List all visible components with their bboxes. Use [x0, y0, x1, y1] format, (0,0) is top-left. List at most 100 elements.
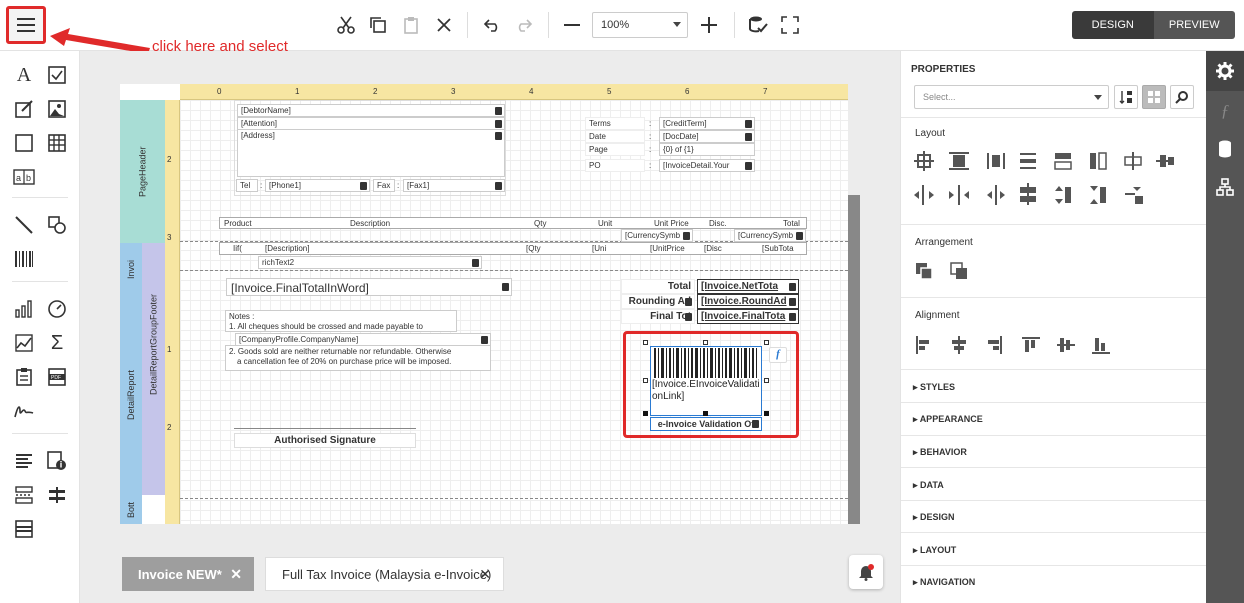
note2-field[interactable]: 2. Goods sold are neither returnable nor…	[225, 345, 491, 371]
signature-tool[interactable]	[12, 399, 36, 423]
detail-row[interactable]: Iif( [Description] [Qty [Uni [UnitPrice …	[219, 242, 807, 255]
rich-text-field[interactable]: richText2	[258, 256, 482, 269]
subreport-tool[interactable]	[12, 449, 36, 473]
validate-button[interactable]	[747, 14, 769, 36]
cross-band-box-tool[interactable]	[12, 517, 36, 541]
einvoice-barcode-control[interactable]: [Invoice.EInvoiceValidationLink]	[650, 346, 762, 416]
shape-tool[interactable]	[45, 213, 69, 237]
gauge-tool[interactable]	[45, 297, 69, 321]
band-page-header[interactable]: PageHeader	[120, 100, 165, 243]
character-comb-tool[interactable]: ab	[12, 165, 36, 189]
einvoice-caption-field[interactable]: e-Invoice Validation Of	[650, 417, 762, 431]
hamburger-menu-button[interactable]	[6, 6, 46, 44]
accordion-appearance[interactable]: ▸ APPEARANCE	[913, 414, 983, 425]
sparkline-tool[interactable]	[12, 331, 36, 355]
doc-date-field[interactable]: [DocDate]	[659, 130, 755, 143]
net-total-field[interactable]: [Invoice.NetTota	[697, 279, 799, 294]
sort-button[interactable]	[1114, 85, 1138, 109]
tab-full-tax-invoice[interactable]: Full Tax Invoice (Malaysia e-Invoice) ✕	[265, 557, 504, 591]
paste-button[interactable]	[400, 14, 422, 36]
fullscreen-button[interactable]	[779, 14, 801, 36]
final-total-in-word-field[interactable]: [Invoice.FinalTotalInWord]	[226, 278, 512, 296]
invoice-detail-your-field[interactable]: [InvoiceDetail.Your	[659, 159, 755, 172]
search-properties-button[interactable]	[1170, 85, 1194, 109]
zoom-select[interactable]: 100%	[592, 12, 688, 38]
resize-handle[interactable]	[764, 340, 769, 345]
notes-field[interactable]: Notes :1. All cheques should be crossed …	[225, 310, 457, 332]
table-tool[interactable]	[45, 131, 69, 155]
cross-band-line-tool[interactable]	[45, 483, 69, 507]
properties-tab-button[interactable]	[1215, 61, 1235, 81]
undo-button[interactable]	[481, 14, 503, 36]
accordion-design[interactable]: ▸ DESIGN	[913, 512, 955, 523]
resize-handle[interactable]	[703, 340, 708, 345]
cut-button[interactable]	[335, 14, 357, 36]
resize-handle[interactable]	[764, 411, 769, 416]
currency-symbol-field[interactable]: [CurrencySymb	[734, 229, 806, 242]
authorised-signature-label[interactable]: Authorised Signature	[234, 433, 416, 448]
close-icon[interactable]: ✕	[230, 566, 242, 583]
date-label[interactable]: Date	[585, 130, 645, 143]
checkbox-tool[interactable]	[45, 63, 69, 87]
redo-button[interactable]	[513, 14, 535, 36]
toc-tool[interactable]	[12, 365, 36, 389]
fax1-field[interactable]: [Fax1]	[403, 179, 505, 192]
resize-handle[interactable]	[703, 411, 708, 416]
page-label[interactable]: Page	[585, 143, 645, 156]
resize-handle[interactable]	[764, 378, 769, 383]
canvas-scrollbar[interactable]	[848, 195, 860, 524]
categorize-button[interactable]	[1142, 85, 1166, 109]
accordion-styles[interactable]: ▸ STYLES	[913, 382, 955, 393]
copy-button[interactable]	[367, 14, 389, 36]
tel-label[interactable]: Tel	[236, 179, 258, 192]
component-select[interactable]: Select...	[914, 85, 1109, 109]
summary-tool[interactable]: Σ	[45, 331, 69, 355]
accordion-behavior[interactable]: ▸ BEHAVIOR	[913, 447, 967, 458]
line-tool[interactable]	[12, 213, 36, 237]
resize-handle[interactable]	[643, 378, 648, 383]
page-break-tool[interactable]	[12, 483, 36, 507]
zoom-out-button[interactable]	[561, 14, 583, 36]
terms-label[interactable]: Terms	[585, 117, 645, 130]
fax-label[interactable]: Fax	[373, 179, 395, 192]
accordion-layout[interactable]: ▸ LAYOUT	[913, 545, 956, 556]
report-info-tool[interactable]	[45, 449, 69, 473]
delete-button[interactable]	[433, 14, 455, 36]
tab-invoice-new[interactable]: Invoice NEW* ✕	[122, 557, 254, 591]
currency-symbol-field[interactable]: [CurrencySymb	[621, 229, 693, 242]
resize-handle[interactable]	[643, 411, 648, 416]
field-list-tab-button[interactable]	[1215, 139, 1235, 159]
design-mode-button[interactable]: DESIGN	[1072, 11, 1154, 39]
page-info-field[interactable]: {0} of {1}	[659, 143, 755, 156]
band-bottom[interactable]: Bott	[120, 495, 142, 524]
accordion-navigation[interactable]: ▸ NAVIGATION	[913, 577, 975, 588]
pdf-content-tool[interactable]: PDF	[45, 365, 69, 389]
label-tool[interactable]: A	[12, 63, 36, 87]
panel-tool[interactable]	[12, 131, 36, 155]
rounding-label[interactable]: Rounding Ad	[621, 294, 695, 309]
chart-tool[interactable]	[12, 297, 36, 321]
band-group-footer[interactable]: DetailReportGroupFooter	[142, 243, 165, 495]
band-detail-report[interactable]: DetailReport	[120, 295, 142, 495]
table-header-row[interactable]: Product Description Qty Unit Unit Price …	[219, 217, 807, 229]
po-label[interactable]: PO	[585, 159, 645, 172]
accordion-data[interactable]: ▸ DATA	[913, 480, 944, 491]
report-explorer-tab-button[interactable]	[1215, 177, 1235, 197]
zoom-in-button[interactable]	[698, 14, 720, 36]
expression-button[interactable]: f	[769, 347, 787, 363]
phone1-field[interactable]: [Phone1]	[265, 179, 370, 192]
barcode-tool[interactable]	[12, 247, 36, 271]
credit-term-field[interactable]: [CreditTerm]	[659, 117, 755, 130]
preview-mode-button[interactable]: PREVIEW	[1153, 11, 1235, 39]
debtor-name-field[interactable]: [DebtorName]	[237, 104, 505, 117]
close-icon[interactable]: ✕	[479, 566, 491, 583]
round-adj-field[interactable]: [Invoice.RoundAd	[697, 294, 799, 309]
rich-text-tool[interactable]	[12, 97, 36, 121]
band-invoice[interactable]: Invoi	[120, 243, 142, 295]
notifications-button[interactable]	[849, 555, 883, 589]
resize-handle[interactable]	[643, 340, 648, 345]
final-total-label[interactable]: Final Tot	[621, 309, 695, 324]
expressions-tab-button[interactable]: ƒ	[1215, 101, 1235, 121]
final-total-field[interactable]: [Invoice.FinalTota	[697, 309, 799, 324]
picture-tool[interactable]	[45, 97, 69, 121]
